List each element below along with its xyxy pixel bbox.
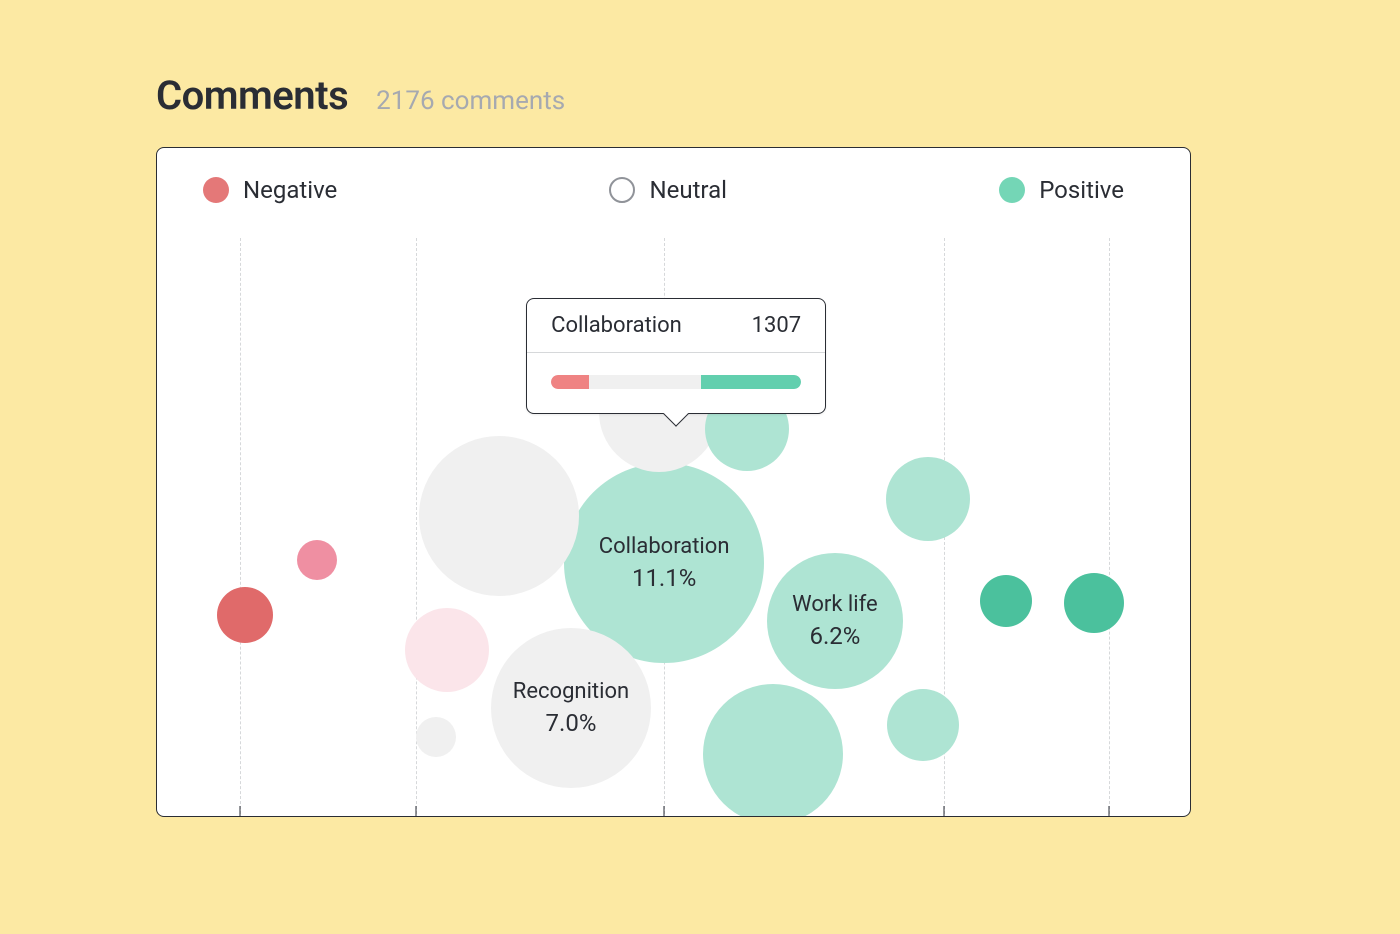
swatch-positive-icon bbox=[999, 177, 1025, 203]
bubble-neutral-pink[interactable] bbox=[405, 608, 489, 692]
legend: Negative Neutral Positive bbox=[157, 148, 1190, 204]
legend-negative-label: Negative bbox=[243, 176, 337, 204]
bubble-pos-r1[interactable] bbox=[980, 575, 1032, 627]
sentiment-bar-positive bbox=[701, 375, 801, 389]
swatch-negative-icon bbox=[203, 177, 229, 203]
page-title: Comments bbox=[156, 72, 348, 119]
legend-neutral[interactable]: Neutral bbox=[609, 176, 726, 204]
bubble-Work life[interactable]: Work life 6.2% bbox=[767, 553, 903, 689]
bubble-neutral-c[interactable] bbox=[416, 717, 456, 757]
bubble-value: 7.0% bbox=[546, 709, 597, 737]
grid-tick bbox=[1109, 806, 1110, 816]
bubble-pos-sm[interactable] bbox=[887, 689, 959, 761]
bubble-neutral-a[interactable] bbox=[419, 436, 579, 596]
bubble-neg-a[interactable] bbox=[217, 587, 273, 643]
sentiment-bar-negative bbox=[551, 375, 589, 389]
bubble-label: Collaboration bbox=[599, 534, 730, 560]
bubble-neg-b[interactable] bbox=[297, 540, 337, 580]
header: Comments 2176 comments bbox=[156, 72, 1244, 119]
gridline bbox=[1109, 238, 1110, 814]
comment-count: 2176 comments bbox=[376, 86, 565, 116]
grid-tick bbox=[943, 806, 944, 816]
gridline bbox=[416, 238, 417, 814]
legend-neutral-label: Neutral bbox=[649, 176, 726, 204]
comments-chart-card: Negative Neutral Positive Collaboration 1… bbox=[156, 147, 1191, 817]
grid-tick bbox=[415, 806, 416, 816]
gridline bbox=[240, 238, 241, 814]
bubble-tooltip: Collaboration 1307 bbox=[526, 298, 826, 414]
bubble-value: 6.2% bbox=[809, 622, 860, 650]
legend-positive[interactable]: Positive bbox=[999, 176, 1124, 204]
bubble-pos-r2[interactable] bbox=[1064, 573, 1124, 633]
sentiment-bar bbox=[551, 375, 801, 389]
bubble-label: Recognition bbox=[513, 679, 629, 705]
tooltip-title: Collaboration bbox=[551, 313, 682, 338]
legend-negative[interactable]: Negative bbox=[203, 176, 337, 204]
bubble-Recognition[interactable]: Recognition 7.0% bbox=[491, 628, 651, 788]
bubble-chart[interactable]: Collaboration 11.1% Recognition 7.0% Work li… bbox=[157, 238, 1190, 816]
legend-positive-label: Positive bbox=[1039, 176, 1124, 204]
grid-tick bbox=[664, 806, 665, 816]
grid-tick bbox=[239, 806, 240, 816]
tooltip-count: 1307 bbox=[752, 313, 801, 338]
swatch-neutral-icon bbox=[609, 177, 635, 203]
bubble-label: Work life bbox=[792, 592, 878, 618]
bubble-pos-up[interactable] bbox=[886, 457, 970, 541]
bubble-pos-big[interactable] bbox=[703, 684, 843, 817]
bubble-value: 11.1% bbox=[632, 564, 696, 592]
